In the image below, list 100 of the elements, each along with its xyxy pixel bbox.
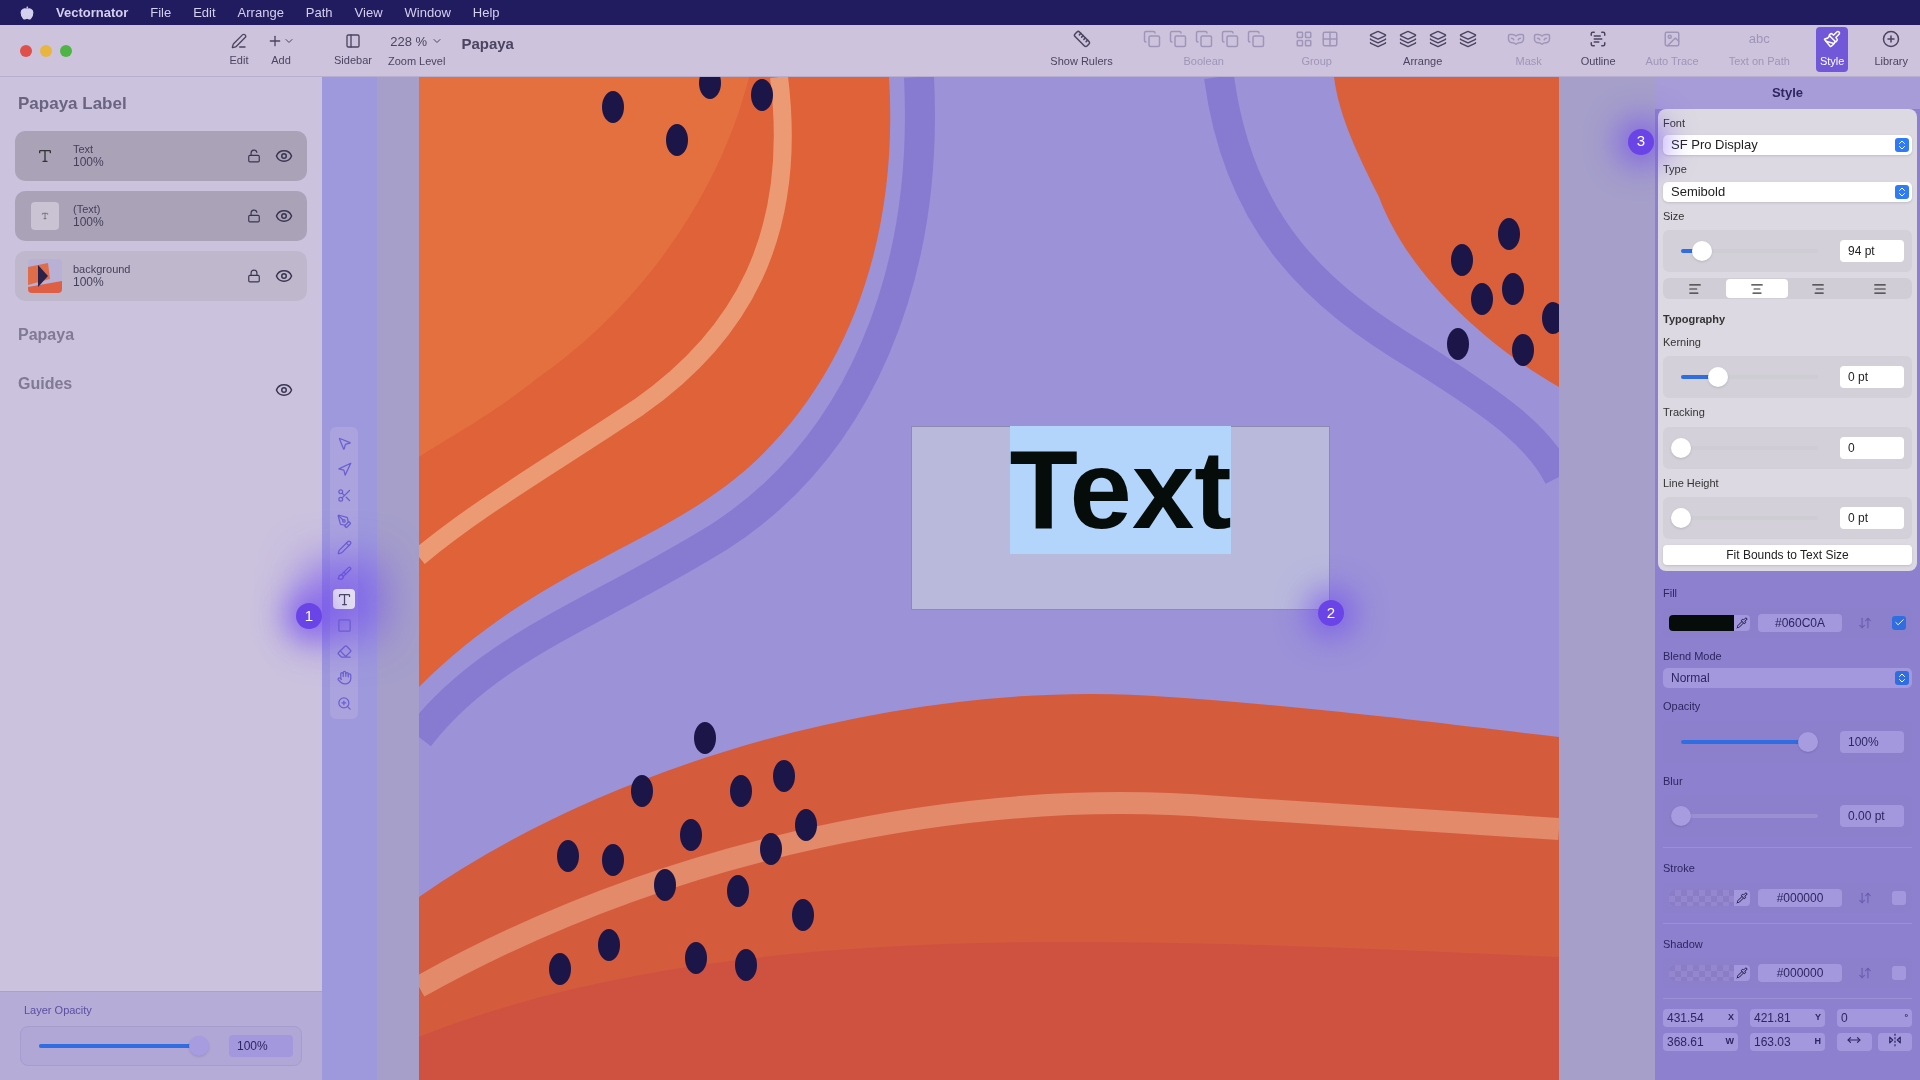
section-label: Blend Mode <box>1663 648 1723 664</box>
menu-item[interactable]: View <box>354 2 383 23</box>
brush-icon <box>1823 29 1842 48</box>
layer-row[interactable]: background 100% <box>15 250 307 301</box>
library-button[interactable]: Library <box>1870 26 1912 72</box>
geometry-field[interactable]: 431.54 X <box>1663 1009 1738 1027</box>
value-field[interactable]: 0 pt <box>1840 507 1904 529</box>
unlock-icon[interactable] <box>247 208 261 223</box>
hex-field[interactable]: #000000 <box>1758 964 1842 982</box>
app-menu[interactable]: Vectornator <box>56 2 129 23</box>
flip-horizontal-button[interactable] <box>1877 1033 1912 1051</box>
value-field[interactable]: 94 pt <box>1840 240 1904 262</box>
layer-row[interactable]: Text 100% <box>15 130 307 181</box>
image-icon <box>1663 29 1682 48</box>
menu-item[interactable]: Path <box>305 2 333 23</box>
layers-icon <box>1458 29 1477 48</box>
zoom-level-button[interactable]: 228 % Zoom Level <box>387 31 446 70</box>
align-justify-icon <box>1873 281 1888 296</box>
arrange-button[interactable]: Arrange <box>1364 26 1481 72</box>
layer-name: (Text) <box>73 202 102 216</box>
field-label: Line Height <box>1663 475 1720 491</box>
color-swatch[interactable] <box>1669 889 1734 906</box>
section-label: Blur <box>1663 773 1684 789</box>
layer-opacity: 100% <box>73 275 104 289</box>
eyedropper-icon[interactable] <box>1734 966 1750 980</box>
menu-item[interactable]: File <box>150 2 172 23</box>
flip-icon <box>1887 1033 1902 1047</box>
style-button[interactable]: Style <box>1815 26 1849 72</box>
field-label: Font <box>1663 115 1686 131</box>
section-label: Fill <box>1663 586 1679 601</box>
swap-icon[interactable] <box>1858 966 1872 980</box>
plus-circle-icon <box>1882 29 1901 48</box>
field-label: Type <box>1663 162 1688 177</box>
color-swatch[interactable] <box>1669 614 1734 631</box>
hex-field[interactable]: #000000 <box>1758 888 1842 907</box>
section-label: Opacity <box>1663 699 1702 714</box>
value-field[interactable]: 0 <box>1840 436 1904 459</box>
value-field[interactable]: 0.00 pt <box>1840 805 1904 827</box>
eyedropper-icon[interactable] <box>1734 615 1750 630</box>
text-icon[interactable] <box>333 589 355 609</box>
panel-title: Style <box>1771 84 1804 102</box>
minimize-window-icon[interactable] <box>40 44 52 57</box>
text-thumbnail <box>31 201 59 230</box>
menu-item[interactable]: Edit <box>193 2 216 23</box>
maximize-window-icon[interactable] <box>60 44 72 57</box>
layer-name: background <box>73 262 131 276</box>
outline-button[interactable]: Outline <box>1576 26 1620 72</box>
ruler-icon <box>1072 29 1091 48</box>
ungroup-icon <box>1320 29 1339 48</box>
menu-item[interactable]: Arrange <box>237 2 284 23</box>
layer-opacity: 100% <box>73 155 104 169</box>
menu-item[interactable]: Help <box>472 2 500 23</box>
rulers-button[interactable]: Show Rulers <box>1046 26 1117 72</box>
stepper-icon <box>1895 671 1909 685</box>
type-dropdown[interactable]: Semibold <box>1663 181 1912 202</box>
align-center-icon <box>1749 281 1764 296</box>
stepper-icon <box>1895 138 1909 152</box>
value-field[interactable]: 0 pt <box>1840 366 1904 388</box>
canvas-text: Text <box>1009 426 1232 554</box>
geometry-field[interactable]: 163.03 H <box>1750 1033 1825 1051</box>
value-field[interactable]: 100% <box>1840 730 1904 753</box>
layers-icon <box>1428 29 1447 48</box>
sidebar-button[interactable]: Sidebar <box>334 32 372 69</box>
menu-item[interactable]: Window <box>404 2 451 23</box>
unlock-icon[interactable] <box>247 148 261 163</box>
geometry-field[interactable]: 0 ° <box>1837 1009 1912 1027</box>
sidebar-icon <box>344 32 361 49</box>
align-right-icon <box>1811 281 1826 296</box>
lock-icon[interactable] <box>247 268 261 283</box>
layer-opacity-label: Layer Opacity <box>23 1002 93 1018</box>
align-left-icon <box>1687 281 1702 296</box>
swap-icon[interactable] <box>1858 615 1872 630</box>
document-title: Papaya <box>461 34 514 55</box>
outline-icon <box>1589 29 1608 48</box>
apple-icon[interactable] <box>20 5 34 20</box>
layer-opacity: 100% <box>73 215 104 229</box>
eyedropper-icon[interactable] <box>1734 890 1750 905</box>
section-title: Guides <box>18 373 73 394</box>
layer-row[interactable]: (Text) 100% <box>15 190 307 241</box>
blend-mode-dropdown[interactable]: Normal <box>1663 668 1912 688</box>
boolean-icon <box>1220 29 1239 48</box>
align-center-button[interactable] <box>1725 279 1788 298</box>
fit-bounds-button[interactable]: Fit Bounds to Text Size <box>1663 545 1912 565</box>
add-button[interactable]: Add <box>260 32 302 69</box>
section-title: Papaya <box>18 324 75 345</box>
boolean-icon <box>1194 29 1213 48</box>
geometry-field[interactable]: 421.81 Y <box>1750 1009 1825 1027</box>
pen-icon <box>231 32 247 49</box>
font-dropdown[interactable]: SF Pro Display <box>1663 135 1912 155</box>
swap-icon[interactable] <box>1858 890 1872 905</box>
checkbox[interactable] <box>1892 615 1906 630</box>
edit-button[interactable]: Edit <box>218 32 260 69</box>
geometry-field[interactable]: 368.61 W <box>1663 1033 1738 1051</box>
stepper-icon <box>1895 184 1909 199</box>
color-swatch[interactable] <box>1669 965 1734 981</box>
check-icon <box>1893 617 1905 628</box>
close-window-icon[interactable] <box>20 44 32 57</box>
section-heading: Typography <box>1663 312 1727 327</box>
hex-field[interactable]: #060C0A <box>1758 613 1842 632</box>
value-field[interactable]: 100% <box>229 1035 293 1057</box>
